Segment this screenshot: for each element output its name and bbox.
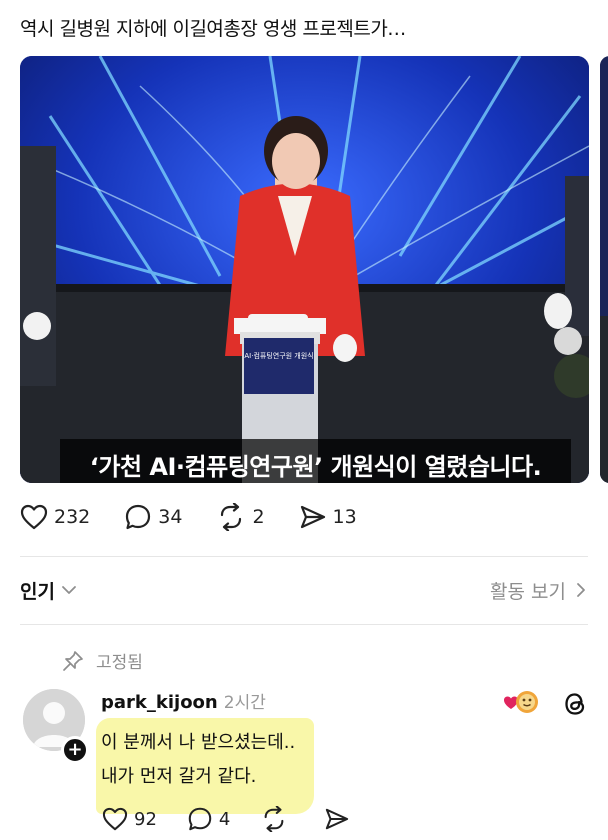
pinned-label: 고정됨 — [96, 653, 143, 673]
comment-reply-button[interactable]: 4 — [187, 806, 230, 832]
reaction-badge — [502, 688, 542, 720]
threads-logo[interactable] — [562, 690, 588, 722]
comment-timestamp: 2시간 — [223, 693, 266, 713]
comment-like-count: 92 — [134, 808, 157, 830]
share-icon — [326, 808, 349, 830]
comment-header: park_kijoon 2시간 — [101, 688, 266, 713]
share-icon — [300, 505, 325, 529]
heart-icon — [102, 807, 128, 831]
next-photo-strip — [600, 56, 608, 483]
threads-icon — [565, 693, 585, 715]
replies-header: 인기 활동 보기 — [20, 572, 586, 608]
comment-icon — [126, 504, 151, 530]
comment-username[interactable]: park_kijoon — [101, 692, 218, 713]
repost-count: 2 — [252, 506, 265, 528]
like-count: 232 — [54, 506, 91, 528]
podium-sign-text: AI·컴퓨팅연구원 개원식 — [244, 351, 313, 360]
chevron-right-icon — [577, 583, 585, 597]
next-media-preview[interactable] — [600, 56, 608, 483]
comment-icon — [188, 807, 212, 831]
video-caption: ‘가천 AI·컴퓨팅연구원’ 개원식이 열렸습니다. — [60, 439, 571, 483]
comment-count: 34 — [158, 506, 183, 528]
pinned-indicator: 고정됨 — [62, 648, 143, 673]
sort-dropdown[interactable]: 인기 — [20, 577, 77, 604]
post-actions: 232 34 2 13 — [20, 503, 391, 531]
pin-icon — [63, 650, 83, 671]
plus-icon: + — [67, 739, 83, 760]
event-photo: AI·컴퓨팅연구원 개원식 — [20, 56, 589, 483]
heart-icon — [20, 504, 48, 530]
reaction-icon — [504, 691, 538, 713]
activity-label: 활동 보기 — [490, 580, 566, 603]
comment-text-line-2: 내가 먼저 갈거 같다. — [101, 766, 257, 787]
chevron-down-icon — [62, 586, 76, 594]
like-button[interactable]: 232 — [20, 504, 90, 530]
divider — [20, 556, 588, 557]
comment-repost-button[interactable] — [260, 806, 294, 832]
comment-share-button[interactable] — [324, 807, 356, 831]
post-media[interactable]: AI·컴퓨팅연구원 개원식 ‘가천 AI·컴퓨팅연구원’ 개원식이 열렸습니다. — [20, 56, 589, 483]
comment-like-button[interactable]: 92 — [102, 807, 157, 831]
sort-label: 인기 — [20, 580, 55, 603]
view-activity-link[interactable]: 활동 보기 — [490, 577, 586, 604]
divider — [20, 624, 588, 625]
comment-actions: 92 4 — [102, 806, 386, 832]
repost-icon — [264, 806, 284, 832]
comment-button[interactable]: 34 — [124, 503, 182, 531]
post-text: 역시 길병원 지하에 이길여총장 영생 프로젝트가… — [20, 18, 406, 40]
comment-text-line-1: 이 분께서 나 받으셨는데.. — [101, 732, 296, 753]
follow-plus-button[interactable]: + — [61, 736, 89, 764]
repost-icon — [221, 503, 242, 531]
comment-reply-count: 4 — [218, 808, 231, 830]
share-button[interactable]: 13 — [299, 504, 357, 530]
share-count: 13 — [332, 506, 357, 528]
repost-button[interactable]: 2 — [216, 503, 265, 531]
